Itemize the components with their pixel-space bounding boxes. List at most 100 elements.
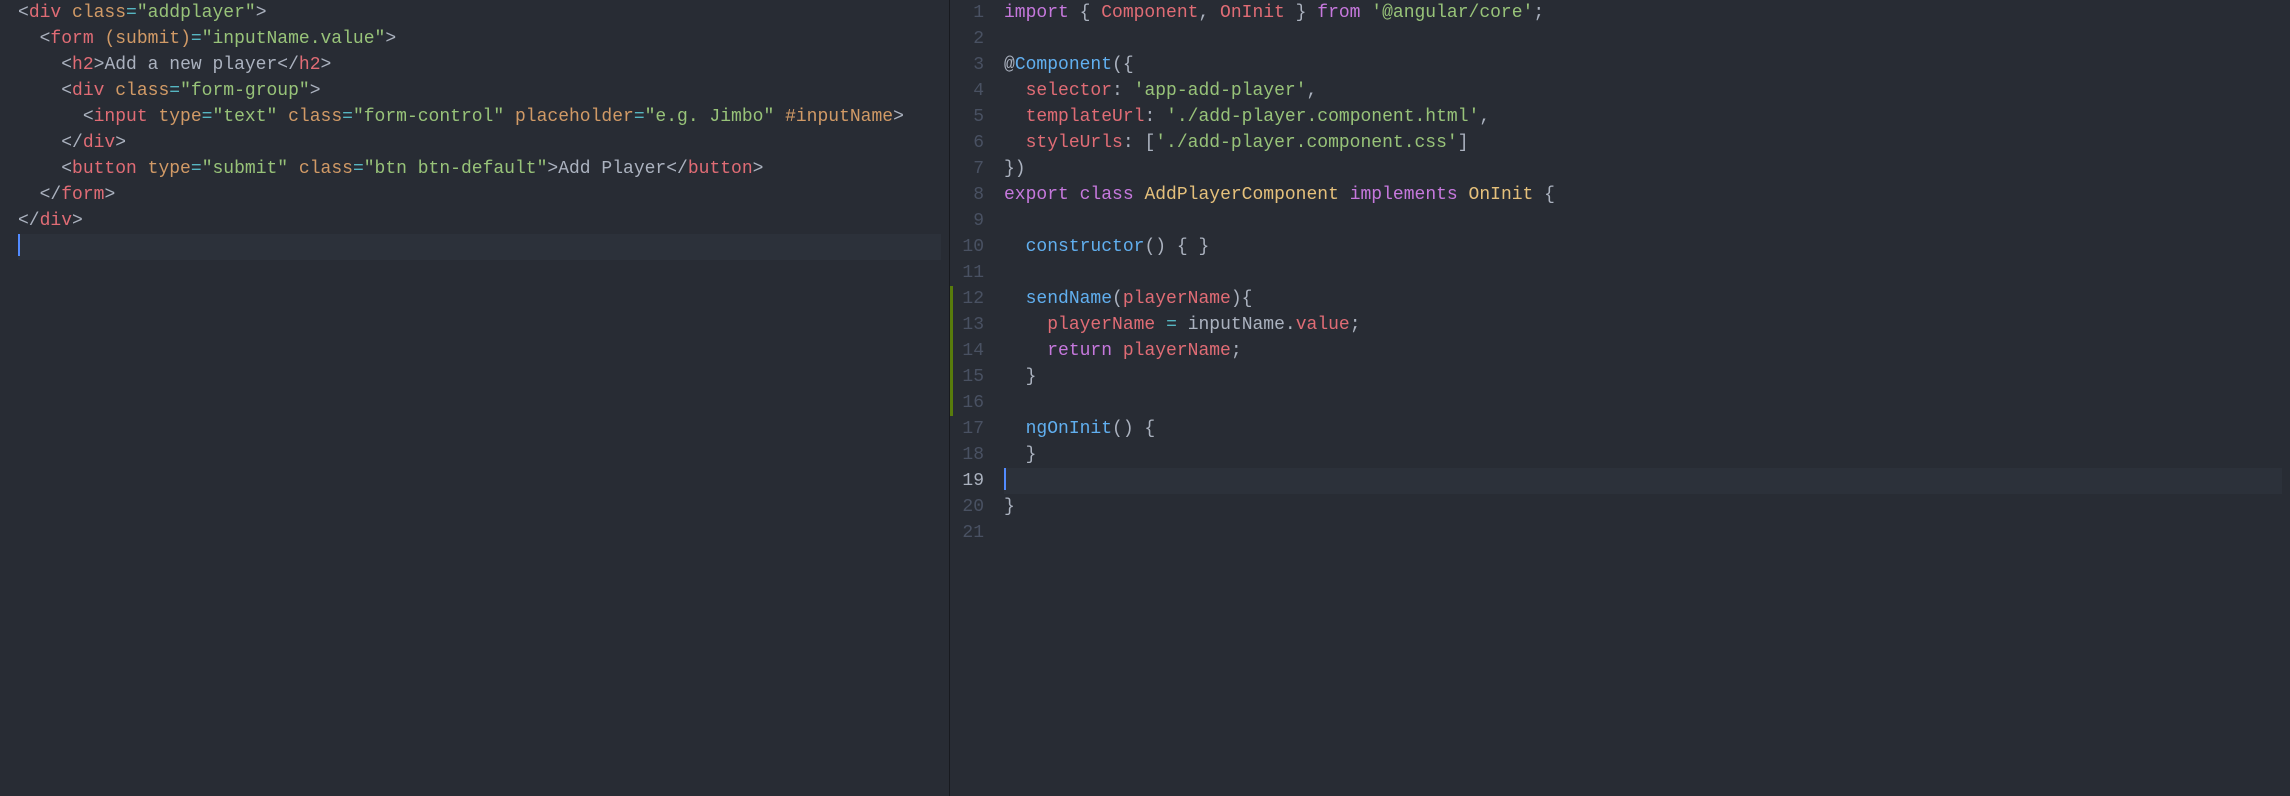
code-line[interactable] — [18, 234, 941, 260]
code-token: [ — [1134, 133, 1156, 153]
code-token: () { } — [1144, 237, 1209, 257]
code-line[interactable]: </div> — [18, 130, 941, 156]
code-token — [1134, 185, 1145, 205]
code-token: = — [202, 107, 213, 127]
code-token: { — [1069, 3, 1101, 23]
code-token: = — [169, 81, 180, 101]
code-token: #inputName — [785, 107, 893, 127]
code-line[interactable]: <input type="text" class="form-control" … — [18, 104, 941, 130]
code-token: playerName — [1123, 341, 1231, 361]
code-token: ngOnInit — [1026, 419, 1112, 439]
code-line[interactable]: </form> — [18, 182, 941, 208]
code-line[interactable]: <form (submit)="inputName.value"> — [18, 26, 941, 52]
code-line[interactable]: }) — [1004, 156, 2282, 182]
code-line[interactable]: selector: 'app-add-player', — [1004, 78, 2282, 104]
code-token: class — [72, 3, 126, 23]
code-token: > — [115, 133, 126, 153]
code-token — [1004, 419, 1026, 439]
code-token: playerName — [1047, 315, 1155, 335]
code-line[interactable]: <div class="form-group"> — [18, 78, 941, 104]
code-token: import — [1004, 3, 1069, 23]
code-token: > — [321, 55, 332, 75]
code-line[interactable]: <h2>Add a new player</h2> — [18, 52, 941, 78]
code-token: ; — [1350, 315, 1361, 335]
code-token — [504, 107, 515, 127]
editor-pane-left[interactable]: <div class="addplayer"> <form (submit)="… — [0, 0, 950, 796]
code-line[interactable]: import { Component, OnInit } from '@angu… — [1004, 0, 2282, 26]
code-token: ; — [1533, 3, 1544, 23]
code-line[interactable]: constructor() { } — [1004, 234, 2282, 260]
code-line[interactable]: } — [1004, 364, 2282, 390]
code-token: inputName — [1188, 315, 1285, 335]
code-token — [18, 81, 61, 101]
code-line[interactable] — [1004, 390, 2282, 416]
code-token: > — [94, 55, 105, 75]
code-token: type — [158, 107, 201, 127]
code-token: ] — [1458, 133, 1469, 153]
code-area-right[interactable]: import { Component, OnInit } from '@angu… — [998, 0, 2290, 796]
code-line[interactable]: } — [1004, 442, 2282, 468]
code-line[interactable] — [1004, 208, 2282, 234]
line-number: 19 — [950, 468, 984, 494]
code-line[interactable]: playerName = inputName.value; — [1004, 312, 2282, 338]
code-token: = — [191, 29, 202, 49]
code-token: "text" — [212, 107, 277, 127]
code-token: < — [61, 81, 72, 101]
code-line[interactable]: templateUrl: './add-player.component.htm… — [1004, 104, 2282, 130]
code-token: = — [353, 159, 364, 179]
code-area-left[interactable]: <div class="addplayer"> <form (submit)="… — [0, 0, 949, 796]
line-number: 18 — [950, 442, 984, 468]
code-token — [18, 55, 61, 75]
code-line[interactable] — [1004, 26, 2282, 52]
code-line[interactable] — [1004, 520, 2282, 546]
code-token: ; — [1231, 341, 1242, 361]
code-token: "addplayer" — [137, 3, 256, 23]
code-line[interactable]: </div> — [18, 208, 941, 234]
code-line[interactable]: export class AddPlayerComponent implemen… — [1004, 182, 2282, 208]
code-token — [1155, 107, 1166, 127]
code-token: sendName — [1026, 289, 1112, 309]
code-token: < — [18, 3, 29, 23]
code-line[interactable]: ngOnInit() { — [1004, 416, 2282, 442]
code-token: value — [1296, 315, 1350, 335]
code-line[interactable]: } — [1004, 494, 2282, 520]
code-token — [18, 133, 61, 153]
code-token: : — [1144, 107, 1155, 127]
code-line[interactable]: styleUrls: ['./add-player.component.css'… — [1004, 130, 2282, 156]
code-token: @ — [1004, 55, 1015, 75]
code-token — [1155, 315, 1166, 335]
code-line[interactable] — [1004, 260, 2282, 286]
code-token — [61, 3, 72, 23]
code-token — [1177, 315, 1188, 335]
code-token: </ — [40, 185, 62, 205]
code-line[interactable]: <div class="addplayer"> — [18, 0, 941, 26]
code-token: div — [83, 133, 115, 153]
line-number: 6 — [950, 130, 984, 156]
code-token: . — [1285, 315, 1296, 335]
code-token: '@angular/core' — [1371, 3, 1533, 23]
code-token: : — [1112, 81, 1123, 101]
code-token: = — [342, 107, 353, 127]
editor-pane-right[interactable]: 123456789101112131415161718192021 import… — [950, 0, 2290, 796]
code-line[interactable]: return playerName; — [1004, 338, 2282, 364]
code-token: OnInit — [1220, 3, 1285, 23]
line-number: 11 — [950, 260, 984, 286]
code-token: './add-player.component.html' — [1166, 107, 1479, 127]
code-token: "e.g. Jimbo" — [645, 107, 775, 127]
code-token: 'app-add-player' — [1134, 81, 1307, 101]
code-token: } — [1004, 367, 1036, 387]
code-line[interactable]: @Component({ — [1004, 52, 2282, 78]
code-token — [1360, 3, 1371, 23]
code-line[interactable] — [1004, 468, 2282, 494]
code-line[interactable]: <button type="submit" class="btn btn-def… — [18, 156, 941, 182]
line-number: 21 — [950, 520, 984, 546]
code-token: > — [893, 107, 904, 127]
text-cursor — [18, 234, 20, 256]
code-token: } — [1004, 497, 1015, 517]
code-token — [288, 159, 299, 179]
code-line[interactable]: sendName(playerName){ — [1004, 286, 2282, 312]
code-token: div — [40, 211, 72, 231]
code-token — [1004, 133, 1026, 153]
code-token: > — [256, 3, 267, 23]
code-token: './add-player.component.css' — [1155, 133, 1457, 153]
